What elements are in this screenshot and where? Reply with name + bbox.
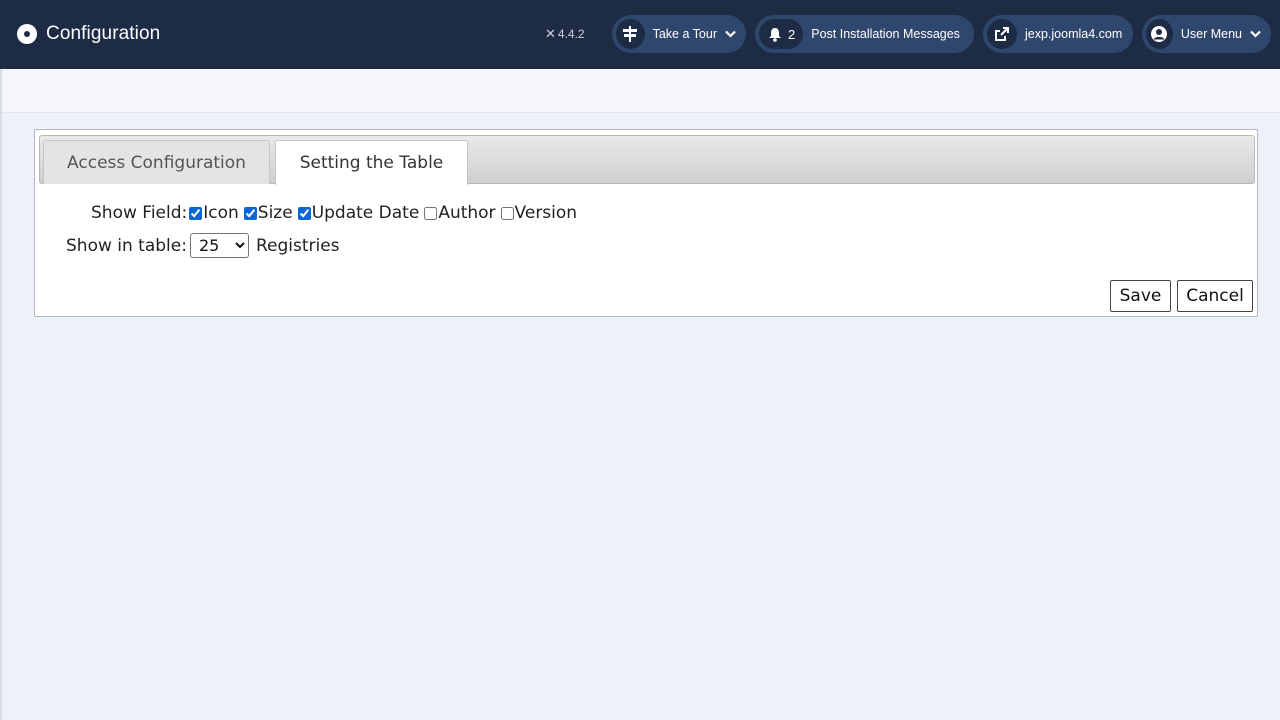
take-a-tour-label: Take a Tour [652,27,717,41]
version-label: 4.4.2 [557,27,585,41]
update-date-checkbox[interactable] [297,206,311,220]
external-link-icon [987,19,1017,49]
icon-checkbox-label: Icon [203,203,239,223]
notification-count: 2 [788,26,796,42]
page-brand: Configuration [17,22,160,46]
cancel-button[interactable]: Cancel [1177,280,1253,312]
show-field-row: Show Field: Icon Size Update Date Author… [91,203,577,223]
tab-access-configuration[interactable]: Access Configuration [43,140,270,184]
registries-label: Registries [255,235,340,256]
top-header: Configuration ✕ 4.4.2 Take a Tour 2 Post… [0,0,1280,69]
user-circle-icon [1146,19,1173,49]
rows-per-page-select[interactable]: 25 [189,233,249,258]
save-button[interactable]: Save [1110,280,1171,312]
show-in-table-label: Show in table: [66,235,187,256]
signpost-icon [616,19,645,49]
post-installation-messages-button[interactable]: 2 Post Installation Messages [755,15,974,53]
joomla-x-icon: ✕ [545,26,556,41]
take-a-tour-button[interactable]: Take a Tour [612,15,746,53]
subheader-toolbar [2,69,1280,113]
left-edge-divider [0,69,2,720]
tab-bar: Access Configuration Setting the Table [39,135,1255,185]
author-checkbox[interactable] [424,206,438,220]
user-menu-label: User Menu [1180,27,1242,41]
update-date-checkbox-label: Update Date [311,203,420,223]
icon-checkbox[interactable] [189,206,203,220]
version-checkbox-label: Version [514,203,578,223]
site-link-button[interactable]: jexp.joomla4.com [983,15,1133,53]
page-title: Configuration [46,23,161,44]
joomla-circle-icon [17,24,37,44]
chevron-down-icon [725,30,736,38]
author-checkbox-label: Author [438,203,496,223]
show-field-label: Show Field: [91,203,188,223]
user-menu-button[interactable]: User Menu [1142,15,1271,53]
version-checkbox[interactable] [500,206,514,220]
size-checkbox-label: Size [257,203,293,223]
tab-setting-the-table[interactable]: Setting the Table [275,140,468,185]
version-indicator: ✕ 4.4.2 [545,26,585,42]
show-in-table-row: Show in table: 25 Registries [66,233,340,258]
size-checkbox[interactable] [243,206,257,220]
config-panel: Access Configuration Setting the Table S… [34,129,1258,317]
chevron-down-icon [1250,30,1261,38]
site-link-label: jexp.joomla4.com [1025,27,1123,41]
bell-icon [769,27,781,42]
post-installation-label: Post Installation Messages [811,27,960,41]
notification-badge: 2 [759,19,804,49]
